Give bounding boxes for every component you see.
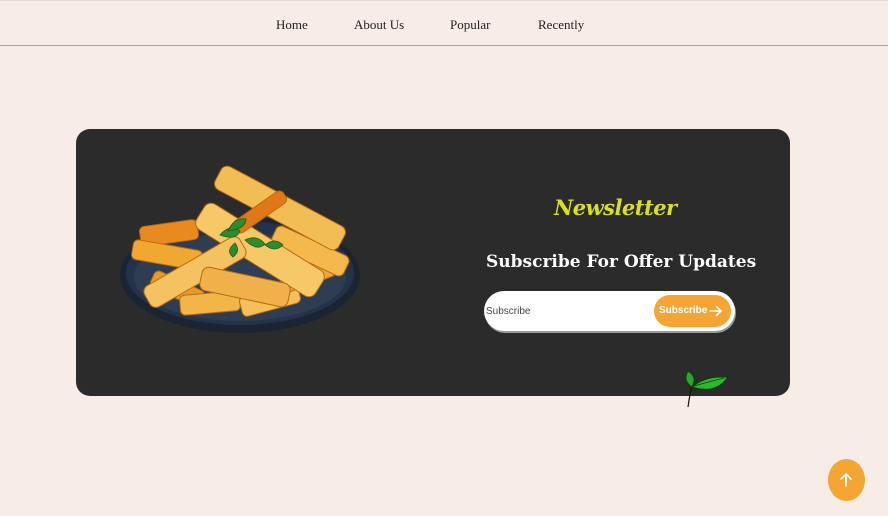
nav-item-popular[interactable]: Popular (450, 17, 490, 33)
navbar: Home About Us Popular Recently (0, 0, 888, 46)
nav-links: Home About Us Popular Recently (0, 17, 888, 35)
nav-item-recently[interactable]: Recently (538, 17, 584, 33)
fries-plate-image (120, 165, 360, 333)
subscribe-heading: Subscribe For Offer Updates (486, 252, 757, 272)
subscribe-input[interactable] (486, 301, 646, 321)
leaf-icon (685, 371, 730, 408)
subscribe-form: Subscribe (484, 291, 735, 331)
scroll-to-top-button[interactable] (828, 459, 865, 501)
subscribe-button[interactable]: Subscribe (654, 295, 731, 327)
page: Home About Us Popular Recently Newslette… (0, 0, 888, 516)
arrow-up-icon (840, 473, 852, 487)
newsletter-card: Newsletter Subscribe For Offer Updates S… (76, 129, 790, 408)
nav-item-about-us[interactable]: About Us (354, 17, 404, 33)
nav-item-home[interactable]: Home (276, 17, 308, 33)
newsletter-title: Newsletter (554, 195, 677, 220)
arrow-right-icon (709, 305, 722, 317)
subscribe-button-label: Subscribe (659, 305, 708, 316)
